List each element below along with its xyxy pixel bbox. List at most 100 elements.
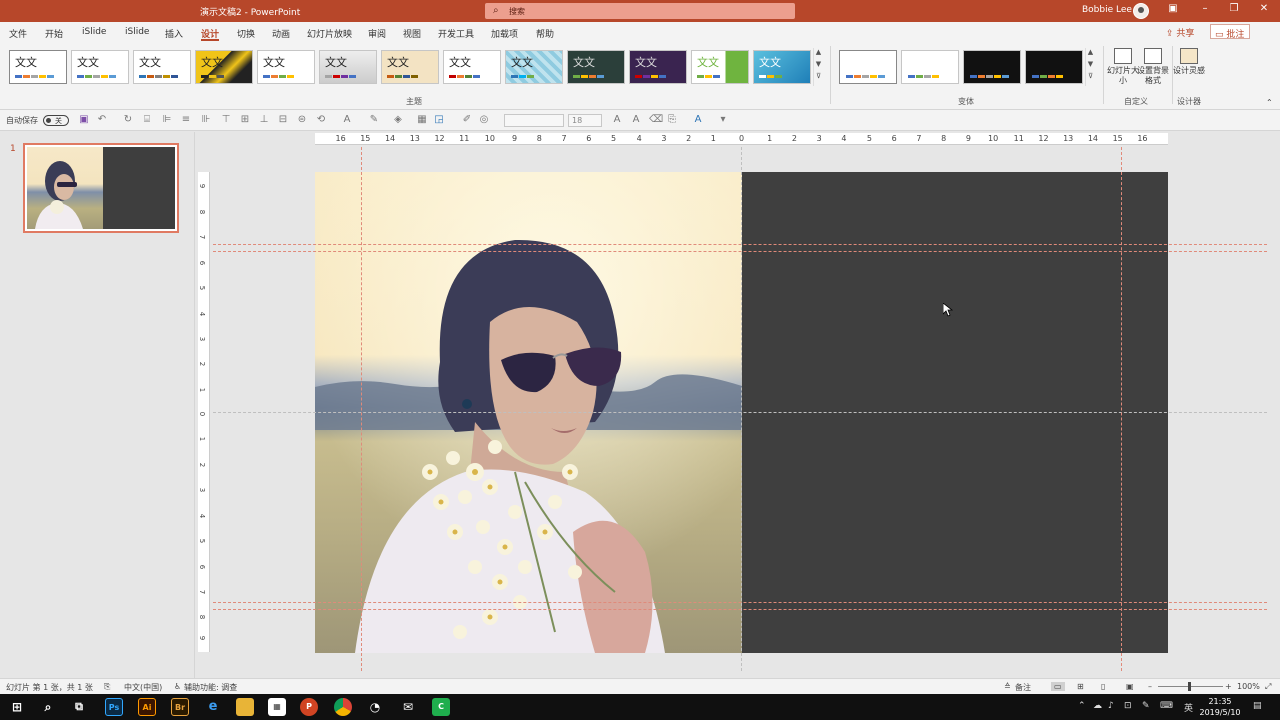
font-name-box[interactable] bbox=[504, 114, 564, 127]
align-top-icon[interactable]: ⊤ bbox=[220, 114, 232, 126]
notes-button[interactable]: 备注 bbox=[1015, 682, 1031, 693]
tab-file[interactable]: 文件 bbox=[9, 27, 27, 40]
center-guide-horizontal[interactable] bbox=[213, 412, 1267, 413]
system-clock[interactable]: 21:35 2019/5/10 bbox=[1196, 696, 1244, 718]
bridge-icon[interactable]: Br bbox=[171, 698, 189, 716]
notifications-icon[interactable]: ▤ bbox=[1253, 701, 1262, 711]
theme-12[interactable]: 文文 bbox=[691, 50, 749, 84]
horizontal-guide[interactable] bbox=[213, 609, 1267, 610]
share-button[interactable]: ⇪ 共享 bbox=[1166, 26, 1194, 39]
text-effects-icon[interactable]: A bbox=[692, 114, 704, 126]
tab-animations[interactable]: 动画 bbox=[272, 27, 290, 40]
pen-icon[interactable]: ✎ bbox=[1142, 701, 1150, 711]
horizontal-guide[interactable] bbox=[213, 251, 1267, 252]
design-ideas-button[interactable]: 设计灵感 bbox=[1172, 48, 1206, 76]
ribbon-display-icon[interactable]: ▣ bbox=[1165, 3, 1181, 14]
theme-8[interactable]: 文文 bbox=[443, 50, 501, 84]
collapse-ribbon-icon[interactable]: ⌃ bbox=[1266, 98, 1273, 107]
slide-sorter-icon[interactable]: ⊞ bbox=[1077, 682, 1084, 691]
close-icon[interactable]: ✕ bbox=[1256, 3, 1272, 14]
align-left-icon[interactable]: ⊫ bbox=[161, 114, 173, 126]
distribute-v-icon[interactable]: ⊜ bbox=[296, 114, 308, 126]
theme-2[interactable]: 文文 bbox=[71, 50, 129, 84]
avatar[interactable] bbox=[1133, 3, 1149, 19]
theme-7[interactable]: 文文 bbox=[381, 50, 439, 84]
vertical-guide[interactable] bbox=[1121, 147, 1122, 671]
zoom-in-icon[interactable]: + bbox=[1225, 682, 1232, 691]
search-icon[interactable]: ⌕ bbox=[39, 698, 57, 716]
tab-design[interactable]: 设计 bbox=[201, 27, 220, 41]
photoshop-icon[interactable]: Ps bbox=[105, 698, 123, 716]
save-icon[interactable]: ▣ bbox=[78, 114, 90, 126]
redo-icon[interactable]: ↻ bbox=[122, 114, 134, 126]
distribute-h-icon[interactable]: ⊟ bbox=[277, 114, 289, 126]
slide-thumbnail[interactable] bbox=[23, 143, 179, 233]
slideshow-icon[interactable]: ▣ bbox=[1126, 682, 1134, 691]
slide-size-button[interactable]: 幻灯片大小 bbox=[1106, 48, 1140, 86]
font-size-box[interactable]: 18 bbox=[568, 114, 602, 127]
accessibility-icon[interactable]: ♿ bbox=[174, 682, 181, 691]
tab-islide-1[interactable]: iSlide bbox=[82, 27, 106, 37]
store-icon[interactable]: ▦ bbox=[268, 698, 286, 716]
eyedropper-icon[interactable]: ✐ bbox=[461, 114, 473, 126]
scroll-down-icon[interactable]: ▼ bbox=[814, 60, 823, 72]
text-box-icon[interactable]: ⎘ bbox=[666, 114, 678, 126]
align-middle-icon[interactable]: ⊞ bbox=[239, 114, 251, 126]
undo-icon[interactable]: ↶ bbox=[96, 114, 108, 126]
theme-4[interactable]: 文文 bbox=[195, 50, 253, 84]
normal-view-icon[interactable]: ▭ bbox=[1051, 682, 1065, 691]
tab-transitions[interactable]: 切换 bbox=[237, 27, 255, 40]
variant-4[interactable] bbox=[1025, 50, 1083, 84]
search-box[interactable]: ⌕ 搜索 bbox=[485, 3, 795, 19]
rotate-icon[interactable]: ⟲ bbox=[315, 114, 327, 126]
scroll-up-icon[interactable]: ▲ bbox=[1086, 48, 1095, 60]
fill-color-icon[interactable]: ◈ bbox=[392, 114, 404, 126]
accessibility-status[interactable]: 辅助功能: 调查 bbox=[184, 682, 237, 693]
highlight-icon[interactable]: ✎ bbox=[368, 114, 380, 126]
clear-format-icon[interactable]: ⌫ bbox=[649, 114, 663, 126]
spelling-icon[interactable]: ⎘ bbox=[104, 682, 110, 692]
horizontal-guide[interactable] bbox=[213, 602, 1267, 603]
horizontal-guide[interactable] bbox=[213, 244, 1267, 245]
reading-view-icon[interactable]: ▯ bbox=[1101, 682, 1105, 691]
wechat-icon[interactable]: ◔ bbox=[366, 698, 384, 716]
format-background-button[interactable]: 设置背景格式 bbox=[1136, 48, 1170, 86]
zoom-slider[interactable] bbox=[1158, 682, 1223, 691]
align-center-icon[interactable]: ≡ bbox=[180, 114, 192, 126]
onedrive-icon[interactable]: ☁ bbox=[1093, 701, 1102, 711]
tab-review[interactable]: 审阅 bbox=[368, 27, 386, 40]
tab-addins[interactable]: 加载项 bbox=[491, 27, 518, 40]
theme-6[interactable]: 文文 bbox=[319, 50, 377, 84]
gallery-more-icon[interactable]: ⊽ bbox=[1086, 72, 1095, 84]
show-hidden-icons[interactable]: ⌃ bbox=[1078, 701, 1086, 711]
theme-13[interactable]: 文文 bbox=[753, 50, 811, 84]
vertical-guide[interactable] bbox=[361, 147, 362, 671]
variant-1[interactable] bbox=[839, 50, 897, 84]
customize-qat-icon[interactable]: ▾ bbox=[717, 114, 729, 126]
minimize-icon[interactable]: – bbox=[1197, 3, 1213, 14]
format-painter-icon[interactable]: ⌸ bbox=[141, 114, 153, 126]
theme-3[interactable]: 文文 bbox=[133, 50, 191, 84]
comments-button[interactable]: ▭ 批注 bbox=[1210, 24, 1250, 40]
tab-insert[interactable]: 插入 bbox=[165, 27, 183, 40]
theme-11[interactable]: 文文 bbox=[629, 50, 687, 84]
volume-icon[interactable]: ♪ bbox=[1108, 701, 1114, 711]
zoom-out-icon[interactable]: – bbox=[1148, 682, 1152, 691]
fit-to-window-icon[interactable]: ⤢ bbox=[1265, 682, 1271, 692]
themes-gallery-scroll[interactable]: ▲ ▼ ⊽ bbox=[813, 48, 823, 86]
variant-2[interactable] bbox=[901, 50, 959, 84]
variants-gallery-scroll[interactable]: ▲ ▼ ⊽ bbox=[1085, 48, 1095, 86]
theme-10[interactable]: 文文 bbox=[567, 50, 625, 84]
tab-islide-2[interactable]: iSlide bbox=[125, 27, 149, 37]
restore-icon[interactable]: ❐ bbox=[1226, 3, 1242, 14]
font-color-icon[interactable]: A bbox=[341, 114, 353, 126]
illustrator-icon[interactable]: Ai bbox=[138, 698, 156, 716]
autosave-toggle[interactable]: 关 bbox=[43, 115, 69, 126]
tab-help[interactable]: 帮助 bbox=[536, 27, 554, 40]
scroll-up-icon[interactable]: ▲ bbox=[814, 48, 823, 60]
language-indicator[interactable]: 中文(中国) bbox=[124, 682, 162, 693]
task-view-icon[interactable]: ⧉ bbox=[70, 698, 88, 716]
variant-3[interactable] bbox=[963, 50, 1021, 84]
user-name[interactable]: Bobbie Lee bbox=[1082, 5, 1132, 15]
tab-slideshow[interactable]: 幻灯片放映 bbox=[307, 27, 352, 40]
